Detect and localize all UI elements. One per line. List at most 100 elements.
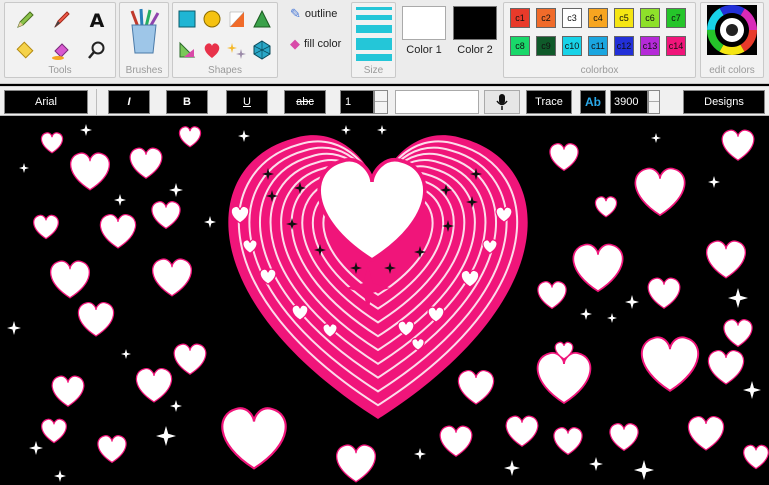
tools-label: Tools [48, 65, 72, 76]
size-line-2[interactable] [356, 15, 392, 20]
color-swatch-c8[interactable]: c8 [510, 36, 530, 56]
size-line-4[interactable] [356, 38, 392, 50]
color2-label: Color 2 [457, 44, 493, 56]
drawing-canvas[interactable] [0, 118, 769, 485]
outline-label: outline [304, 8, 338, 20]
font-size-input[interactable]: 1 [340, 90, 374, 114]
sparkles-shape-icon[interactable] [225, 38, 249, 62]
strikethrough-button[interactable]: abc [284, 90, 326, 114]
size-line-3[interactable] [356, 25, 392, 33]
stepper-up-icon[interactable] [375, 91, 387, 102]
brush-cup-icon[interactable] [122, 5, 166, 59]
microphone-button[interactable] [484, 90, 520, 114]
color-swatch-c1[interactable]: c1 [510, 8, 530, 28]
small-heart-35 [151, 201, 181, 230]
small-heart-26 [723, 319, 753, 348]
color-swatch-c13[interactable]: c13 [640, 36, 660, 56]
color-swatch-c3[interactable]: c3 [562, 8, 582, 28]
circle-shape-icon[interactable] [200, 7, 224, 31]
white-sparkle-7 [377, 125, 387, 135]
small-heart-32 [549, 143, 579, 172]
size-line-5[interactable] [356, 54, 392, 61]
gradient-triangle-icon[interactable] [175, 38, 199, 62]
bold-button[interactable]: B [166, 90, 208, 114]
small-heart-15 [336, 444, 376, 483]
svg-text:A: A [90, 10, 105, 31]
brush-marker-icon[interactable] [49, 8, 73, 32]
white-sparkle-4 [169, 183, 183, 197]
small-heart-22 [457, 370, 495, 405]
color-swatch-c7[interactable]: c7 [666, 8, 686, 28]
white-sparkle-14 [54, 470, 66, 482]
color-swatch-c2[interactable]: c2 [536, 8, 556, 28]
outline-button[interactable]: ✎ outline [290, 6, 337, 22]
small-heart-16 [439, 425, 473, 457]
color-swatch-c9[interactable]: c9 [536, 36, 556, 56]
small-heart-27 [537, 281, 567, 310]
number-stepper[interactable] [648, 90, 660, 114]
small-heart-25 [707, 350, 745, 385]
color2-button[interactable]: Color 2 [450, 2, 500, 62]
number-stepper-up-icon[interactable] [649, 91, 659, 102]
small-heart-4 [33, 214, 59, 240]
pencil-icon[interactable] [13, 8, 37, 32]
square-shape-icon[interactable] [175, 7, 199, 31]
white-sparkle-22 [728, 288, 748, 308]
italic-button[interactable]: I [108, 90, 150, 114]
outline-icon: ✎ [290, 6, 301, 21]
divider [96, 89, 97, 115]
fill-color-button[interactable]: ◆ fill color [290, 36, 341, 52]
polyhedron-shape-icon[interactable] [250, 38, 274, 62]
size-line-1[interactable] [356, 7, 392, 10]
font-size-stepper[interactable] [374, 90, 388, 114]
small-heart-30 [706, 240, 746, 279]
eraser-icon[interactable] [13, 38, 37, 62]
color-swatch-c4[interactable]: c4 [588, 8, 608, 28]
right-triangle-shape-icon[interactable] [225, 7, 249, 31]
white-sparkle-2 [19, 163, 29, 173]
underline-button[interactable]: U [226, 90, 268, 114]
magnifier-icon[interactable] [85, 38, 109, 62]
fill-color-label: fill color [304, 38, 342, 50]
small-heart-31 [594, 196, 618, 218]
small-heart-18 [553, 427, 583, 456]
text-entry-field[interactable] [395, 90, 479, 114]
color-swatch-c14[interactable]: c14 [666, 36, 686, 56]
color-swatch-c12[interactable]: c12 [614, 36, 634, 56]
white-sparkle-24 [651, 133, 661, 143]
size-label: Size [363, 65, 384, 76]
font-selector[interactable]: Arial [4, 90, 88, 114]
white-sparkle-10 [121, 349, 131, 359]
edit-colors-label: edit colors [709, 65, 755, 76]
canvas-artwork [7, 124, 769, 483]
shapes-label: Shapes [208, 65, 242, 76]
designs-button[interactable]: Designs [683, 90, 765, 114]
color-swatch-c5[interactable]: c5 [614, 8, 634, 28]
heart-shape-icon[interactable] [200, 38, 224, 62]
white-sparkle-13 [29, 441, 43, 455]
color1-swatch [402, 6, 446, 40]
color-swatch-c11[interactable]: c11 [588, 36, 608, 56]
color1-button[interactable]: Color 1 [400, 2, 448, 62]
fill-bucket-icon[interactable] [49, 38, 73, 62]
small-heart-34 [721, 129, 755, 161]
brushes-label: Brushes [125, 65, 163, 76]
text-tool-icon[interactable]: A [85, 8, 109, 32]
small-heart-3 [129, 147, 163, 179]
small-heart-10 [135, 368, 173, 403]
triangle-shape-icon[interactable] [250, 7, 274, 31]
color-swatch-c6[interactable]: c6 [640, 8, 660, 28]
color-wheel-icon[interactable] [707, 5, 757, 55]
microphone-icon [496, 94, 508, 110]
small-heart-2 [70, 152, 110, 191]
white-sparkle-11 [170, 400, 182, 412]
white-sparkle-17 [589, 457, 603, 471]
white-sparkle-12 [156, 426, 176, 446]
trace-button[interactable]: Trace [526, 90, 572, 114]
text-style-button[interactable]: Ab [580, 90, 606, 114]
color-swatch-c10[interactable]: c10 [562, 36, 582, 56]
white-sparkle-23 [708, 176, 720, 188]
white-sparkle-6 [341, 125, 351, 135]
small-heart-20 [687, 416, 725, 451]
number-input[interactable]: 3900 [610, 90, 648, 114]
